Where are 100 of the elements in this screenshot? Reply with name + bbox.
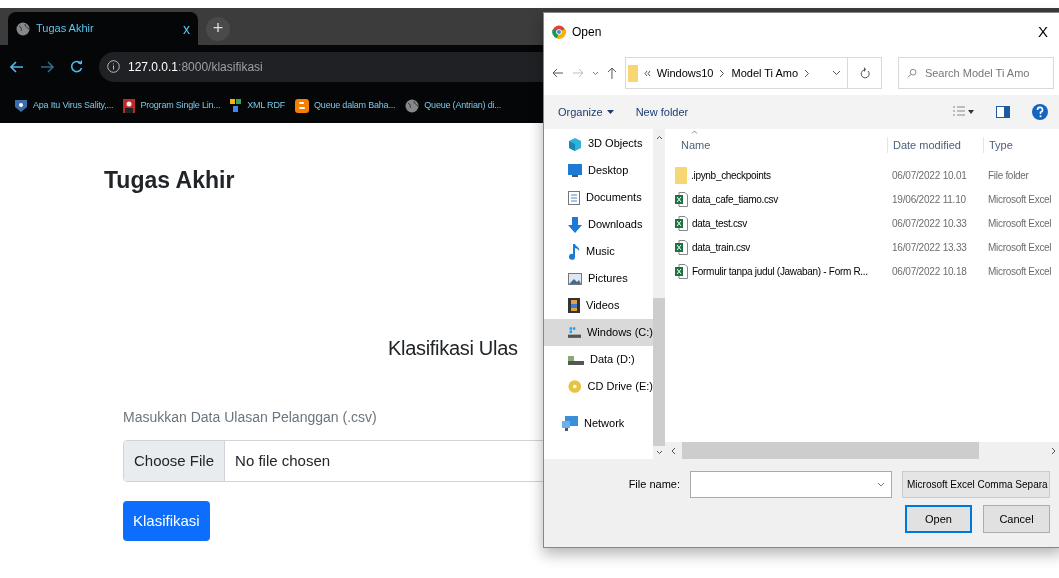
new-folder-button[interactable]: New folder: [635, 103, 689, 121]
bookmark[interactable]: Queue (Antrian) di...: [405, 98, 502, 113]
bookmark[interactable]: Program Single Lin...: [123, 98, 221, 113]
sort-caret-icon: [691, 130, 698, 134]
scroll-right-icon[interactable]: [1051, 446, 1056, 455]
sidebar-item[interactable]: Documents: [544, 184, 653, 211]
file-row[interactable]: data_train.csv 16/07/2022 13.33 Microsoft Excel: [665, 235, 1059, 259]
search-field[interactable]: Search Model Ti Amo: [898, 57, 1054, 89]
back-arrow-icon[interactable]: [10, 60, 24, 73]
network-icon: [562, 416, 578, 431]
browser-tab[interactable]: Tugas Akhir x: [8, 12, 198, 45]
date-cell-text: 19/06/2022 11.10: [891, 192, 967, 207]
file-type-select[interactable]: Microsoft Excel Comma Separa: [902, 471, 1050, 498]
sidebar-item[interactable]: Data (D:): [544, 346, 653, 373]
choose-file-button[interactable]: Choose File: [124, 441, 226, 481]
type-cell-text: Microsoft Excel: [987, 240, 1052, 255]
spreadsheet-icon: [675, 191, 688, 207]
sidebar-item[interactable]: 3D Objects: [544, 130, 653, 157]
back-arrow-icon[interactable]: [552, 68, 564, 78]
download-arrow-icon: [568, 216, 582, 233]
column-header[interactable]: Type: [983, 136, 1013, 153]
file-row[interactable]: data_cafe_tiamo.csv 19/06/2022 11.10 Microsoft Excel: [665, 187, 1059, 211]
scroll-up-icon[interactable]: [655, 135, 663, 140]
sidebar-item[interactable]: Music: [544, 238, 653, 265]
file-row[interactable]: .ipynb_checkpoints 06/07/2022 10.01 File folder: [665, 163, 1059, 187]
file-status: No file chosen: [234, 450, 332, 471]
drive-icon: [568, 353, 584, 366]
view-options-icon[interactable]: [952, 106, 974, 118]
cube-icon: [568, 136, 582, 151]
up-arrow-icon[interactable]: [606, 67, 617, 79]
caret-icon: [606, 110, 614, 114]
chrome-logo-icon: [552, 25, 566, 39]
file-name-label: File name:: [628, 477, 680, 493]
field-label: Masukkan Data Ulasan Pelanggan (.csv): [123, 408, 378, 427]
breadcrumb-item[interactable]: Windows10: [656, 64, 714, 82]
dropdown-icon[interactable]: [832, 70, 842, 76]
spreadsheet-icon: [675, 263, 688, 279]
page-heading: Klasifikasi Ulas: [388, 337, 518, 359]
disc-icon: [568, 379, 582, 394]
column-header[interactable]: Name: [665, 136, 887, 153]
refresh-icon[interactable]: [859, 67, 870, 79]
classify-button[interactable]: Klasifikasi: [123, 501, 210, 541]
reload-icon[interactable]: [70, 60, 83, 73]
sidebar-item[interactable]: Pictures: [544, 265, 653, 292]
dialog-button[interactable]: Cancel: [983, 505, 1050, 533]
person-icon: [123, 98, 136, 113]
search-input[interactable]: Search Model Ti Amo: [924, 64, 1045, 82]
sidebar-item[interactable]: Desktop: [544, 157, 653, 184]
overflow-chevrons-icon: [643, 69, 651, 77]
breadcrumb-item[interactable]: Model Ti Amo: [731, 64, 799, 82]
forward-arrow-icon[interactable]: [40, 60, 54, 73]
site-title: Tugas Akhir: [104, 167, 235, 193]
globe-icon: [16, 21, 30, 36]
sidebar-item[interactable]: CD Drive (E:): [544, 373, 653, 400]
column-header[interactable]: Date modified: [887, 136, 983, 153]
bookmark[interactable]: Apa Itu Virus Sality,...: [14, 98, 114, 113]
date-cell-text: 06/07/2022 10.01: [891, 168, 968, 183]
organize-menu[interactable]: Organize: [558, 103, 614, 121]
path-bar[interactable]: Windows10 Model Ti Amo: [624, 57, 883, 89]
bookmark[interactable]: XML RDF: [230, 98, 286, 113]
scrollbar-thumb[interactable]: [653, 298, 665, 446]
bookmark[interactable]: Queue dalam Baha...: [295, 98, 396, 113]
date-cell-text: 06/07/2022 10.33: [891, 216, 968, 231]
dialog-button[interactable]: Open: [905, 505, 972, 533]
recent-dropdown-icon[interactable]: [591, 70, 599, 76]
help-icon[interactable]: [1032, 104, 1048, 120]
tab-title: Tugas Akhir: [36, 21, 95, 37]
folder-icon: [675, 166, 687, 184]
sidebar-item[interactable]: Network: [544, 410, 653, 437]
sidebar-item[interactable]: Windows (C:): [544, 319, 653, 346]
squares-icon: [230, 98, 243, 113]
file-row[interactable]: data_test.csv 06/07/2022 10.33 Microsoft Excel: [665, 211, 1059, 235]
file-row[interactable]: Formulir tanpa judul (Jawaban) - Form R... 06/07/2022 10.18 Microsoft Excel: [665, 259, 1059, 283]
folder-icon: [627, 64, 638, 82]
monitor-icon: [568, 164, 582, 177]
chevron-icon: [719, 68, 726, 78]
url-path: :8000/klasifikasi: [178, 58, 263, 76]
sidebar-item[interactable]: Videos: [544, 292, 653, 319]
blogger-icon: [295, 98, 310, 113]
close-tab-button[interactable]: x: [183, 21, 190, 36]
url-host: 127.0.0.1: [128, 58, 179, 76]
file-name-field[interactable]: [690, 471, 892, 498]
type-cell-text: Microsoft Excel: [987, 216, 1052, 231]
file-input[interactable]: Choose File No file chosen: [123, 440, 543, 482]
sidebar-item[interactable]: Downloads: [544, 211, 653, 238]
globe-icon: [405, 98, 420, 113]
scroll-left-icon[interactable]: [671, 446, 676, 455]
scrollbar-thumb[interactable]: [682, 442, 979, 459]
type-cell-text: Microsoft Excel: [987, 192, 1052, 207]
scroll-down-icon[interactable]: [655, 450, 663, 455]
preview-pane-icon[interactable]: [996, 106, 1010, 118]
close-button[interactable]: X: [1038, 20, 1054, 44]
shield-icon: [14, 98, 28, 113]
type-cell-text: Microsoft Excel: [987, 264, 1052, 279]
picture-icon: [568, 272, 582, 285]
new-tab-button[interactable]: +: [206, 17, 230, 41]
music-note-icon: [568, 243, 580, 260]
spreadsheet-icon: [675, 215, 688, 231]
type-cell-text: File folder: [987, 168, 1029, 183]
film-icon: [568, 298, 580, 313]
